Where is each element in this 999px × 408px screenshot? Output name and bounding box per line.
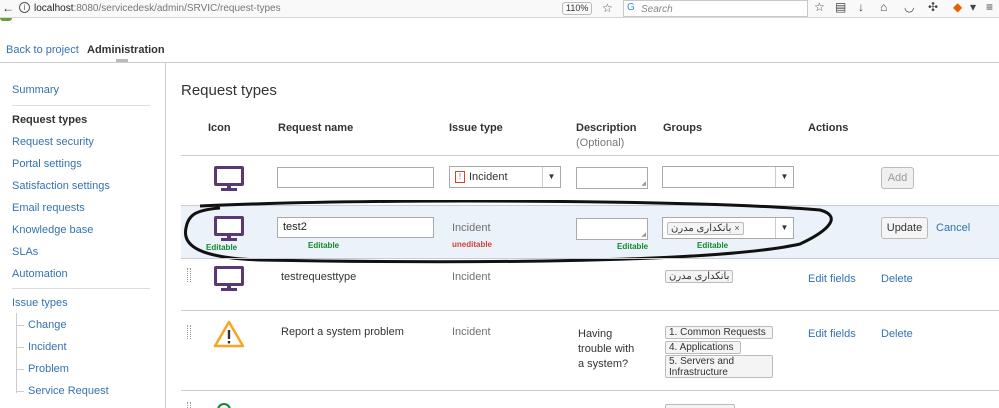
addon-dropdown-icon[interactable]: ▾ — [970, 0, 976, 14]
sidebar-item-service-request[interactable]: Service Request — [28, 385, 109, 397]
sidebar-item-automation[interactable]: Automation — [12, 268, 68, 280]
google-icon: G — [627, 2, 635, 13]
new-issue-type-value: Incident — [469, 171, 508, 183]
incident-icon: ! — [455, 171, 465, 184]
group-tag-line: Infrastructure — [669, 367, 728, 378]
admin-nav: Back to project Administration — [0, 36, 999, 63]
update-button[interactable]: Update — [881, 217, 928, 239]
site-info-icon[interactable]: i — [19, 2, 30, 13]
new-description-input[interactable]: ◢ — [576, 167, 648, 189]
bookmark-star-icon[interactable]: ☆ — [602, 1, 613, 15]
table-divider — [181, 310, 999, 311]
sidebar-item-email-requests[interactable]: Email requests — [12, 202, 85, 214]
sidebar-item-summary[interactable]: Summary — [12, 84, 59, 96]
drag-handle[interactable] — [187, 402, 191, 408]
group-tag-line: 5. Servers and — [669, 356, 735, 367]
reading-list-icon[interactable]: ▤ — [835, 0, 846, 14]
pocket-icon[interactable]: ◡ — [904, 0, 914, 14]
url-field[interactable]: localhost:8080/servicedesk/admin/SRVIC/r… — [34, 3, 281, 14]
table-divider — [181, 258, 999, 259]
issue-type: Incident — [452, 271, 491, 283]
url-path: :8080/servicedesk/admin/SRVIC/request-ty… — [73, 3, 281, 14]
request-name: Report a system problem — [281, 326, 404, 338]
delete-link[interactable]: Delete — [881, 273, 913, 285]
tree-tick — [16, 369, 24, 370]
group-tag — [665, 404, 735, 408]
group-tag: 5. Servers and Infrastructure — [665, 355, 773, 378]
edit-fields-link[interactable]: Edit fields — [808, 328, 856, 340]
service-request-icon[interactable] — [217, 403, 231, 408]
sidebar-item-issue-types[interactable]: Issue types — [12, 297, 68, 309]
annotation-ellipse — [183, 200, 833, 264]
description-line: Having — [578, 328, 613, 340]
sidebar: Summary Request types Request security P… — [0, 63, 166, 408]
column-header-request-name: Request name — [278, 122, 354, 134]
add-button[interactable]: Add — [881, 167, 914, 189]
extension-icon[interactable]: ✣ — [928, 0, 938, 14]
jira-logo-fragment — [0, 18, 12, 21]
tree-tick — [16, 391, 24, 392]
monitor-icon[interactable] — [214, 166, 244, 192]
description-line: a system? — [578, 358, 629, 370]
new-issue-type-select[interactable]: ! Incident ▼ — [449, 166, 561, 188]
bookmark-star-icon-2[interactable]: ☆ — [814, 0, 825, 14]
sidebar-item-problem[interactable]: Problem — [28, 363, 69, 375]
new-request-name-input[interactable] — [277, 167, 434, 188]
tree-tick — [16, 347, 24, 348]
active-tab-indicator — [116, 59, 128, 62]
chevron-down-icon[interactable]: ▼ — [542, 167, 560, 187]
chevron-down-icon[interactable]: ▼ — [775, 167, 793, 187]
tree-tick — [16, 325, 24, 326]
sidebar-item-request-types[interactable]: Request types — [12, 114, 87, 126]
addon-icon[interactable]: ◆ — [953, 0, 962, 14]
group-tag: 4. Applications — [665, 341, 741, 354]
sidebar-divider — [12, 105, 150, 106]
monitor-icon[interactable] — [214, 266, 244, 292]
sidebar-item-knowledge-base[interactable]: Knowledge base — [12, 224, 93, 236]
administration-tab[interactable]: Administration — [87, 44, 165, 56]
column-header-actions: Actions — [808, 122, 849, 134]
sidebar-item-portal-settings[interactable]: Portal settings — [12, 158, 82, 170]
home-icon[interactable]: ⌂ — [880, 0, 887, 14]
sidebar-item-request-security[interactable]: Request security — [12, 136, 94, 148]
description-text: Having trouble with a system? — [578, 327, 634, 372]
download-icon[interactable]: ↓ — [858, 0, 864, 14]
zoom-indicator[interactable]: 110% — [562, 2, 593, 15]
sidebar-item-incident[interactable]: Incident — [28, 341, 67, 353]
column-header-description-optional: (Optional) — [576, 137, 625, 149]
search-placeholder: Search — [641, 4, 673, 15]
request-name: testrequesttype — [281, 271, 357, 283]
back-to-project-link[interactable]: Back to project — [6, 44, 79, 56]
sidebar-item-slas[interactable]: SLAs — [12, 246, 38, 258]
sidebar-divider — [12, 288, 150, 289]
group-tag: 1. Common Requests — [665, 326, 773, 339]
drag-handle[interactable] — [187, 325, 191, 339]
browser-search-input[interactable]: G Search — [623, 0, 808, 17]
column-header-description: Description — [576, 122, 637, 134]
menu-icon[interactable]: ≡ — [986, 0, 993, 14]
description-line: trouble with — [578, 343, 635, 355]
group-tag: بانکداری مدرن — [665, 270, 734, 283]
sidebar-item-change[interactable]: Change — [28, 319, 67, 331]
new-groups-select[interactable]: ▼ — [662, 166, 794, 188]
browser-toolbar: ← i localhost:8080/servicedesk/admin/SRV… — [0, 0, 999, 18]
table-divider — [181, 390, 999, 391]
drag-handle[interactable] — [187, 268, 191, 282]
column-header-icon: Icon — [208, 122, 231, 134]
sidebar-item-satisfaction-settings[interactable]: Satisfaction settings — [12, 180, 110, 192]
page-title: Request types — [181, 82, 277, 99]
column-header-groups: Groups — [663, 122, 703, 134]
cancel-link[interactable]: Cancel — [936, 222, 970, 234]
warning-triangle-icon[interactable] — [213, 320, 245, 348]
edit-fields-link[interactable]: Edit fields — [808, 273, 856, 285]
table-divider — [181, 155, 999, 156]
delete-link[interactable]: Delete — [881, 328, 913, 340]
issue-type: Incident — [452, 326, 491, 338]
column-header-issue-type: Issue type — [449, 122, 503, 134]
back-arrow-icon[interactable]: ← — [2, 1, 14, 15]
url-host: localhost — [34, 3, 74, 14]
